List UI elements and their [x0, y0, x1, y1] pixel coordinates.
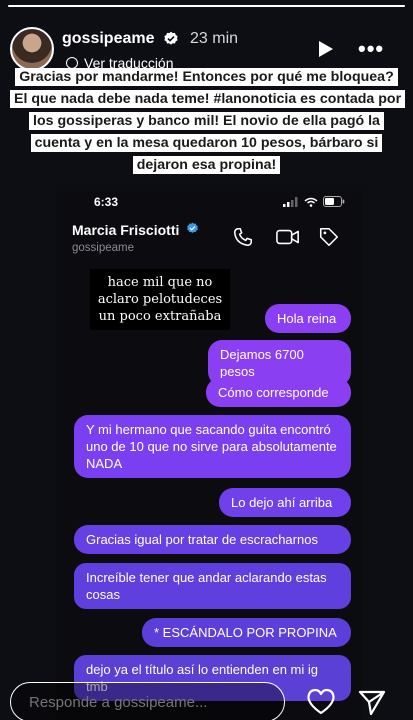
chat-screenshot: 6:33 Marcia Frisciotti gossipeame hace m… [56, 185, 361, 720]
message-bubble: Lo dejo ahí arriba [219, 488, 351, 517]
send-icon[interactable] [358, 689, 386, 717]
story-caption: Gracias por mandarme! Entonces por qué m… [10, 66, 406, 176]
story-timestamp: 23 min [190, 30, 239, 47]
wifi-icon [304, 197, 318, 207]
message-bubble: * ESCÁNDALO POR PROPINA [142, 618, 351, 647]
message-bubble: Increíble tener que andar aclarando esta… [74, 563, 351, 609]
message-bubble: Gracias igual por tratar de escracharnos [74, 525, 351, 554]
verified-badge-icon [164, 31, 178, 45]
caption-text: Gracias por mandarme! Entonces por qué m… [10, 68, 406, 174]
message-bubble: Cómo corresponde [206, 378, 351, 407]
battery-icon [323, 196, 345, 207]
story-progress-fill [8, 5, 405, 7]
reply-input[interactable] [10, 682, 285, 720]
more-options-icon[interactable]: ••• [358, 38, 384, 60]
video-call-icon[interactable] [276, 227, 300, 247]
overlay-text-note: hace mil que no aclaro pelotudeces un po… [90, 269, 230, 330]
verified-badge-icon [187, 222, 198, 234]
story-progress-bar [8, 5, 405, 7]
heart-icon[interactable] [306, 688, 336, 716]
message-bubble: Hola reina [265, 304, 351, 333]
status-bar-time: 6:33 [94, 195, 119, 209]
tag-icon[interactable] [318, 226, 340, 248]
status-bar-icons [283, 196, 345, 207]
chat-contact-handle: gossipeame [72, 242, 135, 254]
chat-contact-name[interactable]: Marcia Frisciotti [72, 222, 179, 238]
story-viewer: gossipeame 23 min Ver traducción ••• Gra… [0, 0, 413, 720]
username[interactable]: gossipeame [62, 30, 154, 48]
message-bubble: Y mi hermano que sacando guita encontró … [74, 415, 351, 478]
phone-call-icon[interactable] [232, 226, 254, 248]
play-icon[interactable] [315, 39, 335, 59]
signal-icon [283, 196, 298, 207]
avatar[interactable] [10, 27, 54, 71]
